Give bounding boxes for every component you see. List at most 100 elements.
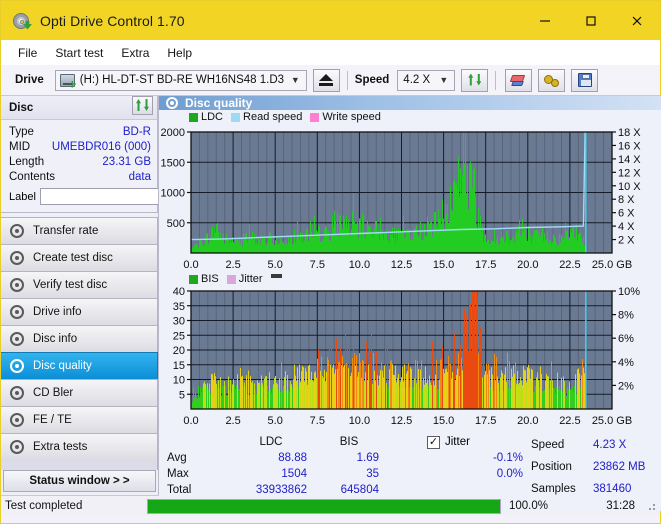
disc-length-value: 23.31 GB: [102, 156, 151, 168]
svg-text:2.5: 2.5: [225, 259, 240, 271]
disc-properties: Type BD-R MID UMEBDR016 (000) Length 23.…: [1, 120, 157, 212]
save-button[interactable]: [571, 69, 598, 92]
disc-row-contents: Contents data: [9, 169, 151, 184]
sidebar-item-label: Disc info: [33, 333, 77, 345]
svg-text:5.0: 5.0: [268, 259, 283, 271]
stats-header-ldc: LDC: [229, 434, 313, 450]
chart1-canvas: 5001000150020002 X4 X6 X8 X10 X12 X14 X1…: [159, 110, 660, 273]
sidebar-item-verify-test-disc[interactable]: Verify test disc: [1, 271, 158, 299]
legend-bis: BIS: [189, 273, 219, 285]
eject-icon: [319, 74, 333, 86]
svg-text:12 X: 12 X: [618, 167, 641, 179]
chart1-legend: LDC Read speed Write speed: [189, 111, 385, 123]
legend-label-bis: BIS: [201, 273, 219, 285]
disc-refresh-button[interactable]: [132, 96, 153, 115]
disc-test-icon: [10, 332, 24, 346]
disc-row-mid: MID UMEBDR016 (000): [9, 139, 151, 154]
svg-text:6%: 6%: [618, 333, 634, 345]
svg-text:15.0: 15.0: [433, 415, 454, 427]
svg-text:4%: 4%: [618, 357, 634, 369]
legend-label-write-speed: Write speed: [322, 111, 381, 123]
status-window-button[interactable]: Status window > >: [3, 470, 156, 492]
close-icon[interactable]: [614, 1, 660, 40]
sidebar-item-extra-tests[interactable]: Extra tests: [1, 433, 158, 461]
drive-select[interactable]: (H:) HL-DT-ST BD-RE WH16NS48 1.D3 ▼: [55, 70, 307, 91]
drive-toolbar: Drive (H:) HL-DT-ST BD-RE WH16NS48 1.D3 …: [1, 65, 660, 96]
svg-text:5.0: 5.0: [268, 415, 283, 427]
sidebar-item-transfer-rate[interactable]: Transfer rate: [1, 217, 158, 245]
svg-text:10 X: 10 X: [618, 181, 641, 193]
menu-bar: File Start test Extra Help: [1, 40, 660, 65]
disc-panel-header: Disc: [1, 96, 157, 120]
sidebar-item-drive-info[interactable]: Drive info: [1, 298, 158, 326]
svg-text:12.5: 12.5: [391, 259, 412, 271]
svg-text:15: 15: [173, 360, 185, 372]
sidebar-item-label: Extra tests: [33, 441, 87, 453]
stats-table: LDC BIS Avg 88.88 1.69 Max 1504 35 Total…: [167, 434, 427, 498]
sidebar-item-fe-te[interactable]: FE / TE: [1, 406, 158, 434]
erase-button[interactable]: [505, 69, 532, 92]
opti-drive-control-window: Opti Drive Control 1.70 File Start test …: [0, 0, 661, 524]
disc-test-icon: [10, 440, 24, 454]
svg-text:6 X: 6 X: [618, 208, 635, 220]
stats-total-bis: 645804: [313, 482, 385, 498]
sidebar-item-create-test-disc[interactable]: Create test disc: [1, 244, 158, 272]
jitter-label: Jitter: [445, 436, 470, 448]
jitter-checkbox[interactable]: ✓: [427, 436, 440, 449]
stats-row-max-label: Max: [167, 466, 229, 482]
svg-text:17.5: 17.5: [475, 259, 496, 271]
chevron-down-icon: ▼: [439, 75, 448, 85]
svg-text:1000: 1000: [161, 188, 185, 200]
sidebar-item-disc-quality[interactable]: Disc quality: [1, 352, 158, 380]
sidebar-item-disc-info[interactable]: Disc info: [1, 325, 158, 353]
sidebar-nav: Transfer rate Create test disc Verify te…: [1, 217, 158, 460]
svg-text:16 X: 16 X: [618, 140, 641, 152]
svg-text:10%: 10%: [618, 286, 640, 298]
disc-row-type: Type BD-R: [9, 124, 151, 139]
menu-extra[interactable]: Extra: [112, 43, 158, 63]
progress-fill: [148, 500, 500, 513]
floppy-save-icon: [578, 73, 592, 87]
speed-select[interactable]: 4.2 X ▼: [397, 70, 455, 91]
eject-button[interactable]: [313, 69, 340, 92]
resize-grip-icon[interactable]: [645, 500, 657, 512]
menu-help[interactable]: Help: [158, 43, 201, 63]
svg-text:20.0: 20.0: [517, 415, 538, 427]
svg-text:20.0: 20.0: [517, 259, 538, 271]
disc-info-panel: Disc Type BD-R MID UMEBDR016 (000): [1, 96, 158, 213]
jitter-avg-value: -0.1%: [427, 450, 531, 466]
app-disc-icon: [12, 11, 32, 31]
svg-text:18 X: 18 X: [618, 127, 641, 139]
refresh-button[interactable]: [461, 69, 488, 92]
refresh-icon: [468, 74, 481, 87]
svg-text:8%: 8%: [618, 310, 634, 322]
disc-contents-label: Contents: [9, 171, 55, 183]
minimize-icon[interactable]: [522, 1, 568, 40]
disc-test-icon: [10, 278, 24, 292]
window-controls: [522, 1, 660, 40]
menu-start-test[interactable]: Start test: [46, 43, 112, 63]
maximize-icon[interactable]: [568, 1, 614, 40]
elapsed-time: 31:28: [573, 500, 645, 512]
stats-max-bis: 35: [313, 466, 385, 482]
svg-text:500: 500: [167, 218, 185, 230]
settings-button[interactable]: [538, 69, 565, 92]
speed-stat-label: Speed: [531, 434, 593, 456]
legend-swatch-bis: [189, 275, 198, 284]
svg-text:10: 10: [173, 375, 185, 387]
stats-total-ldc: 33933862: [229, 482, 313, 498]
jitter-max-value: 0.0%: [427, 466, 531, 482]
speed-label: Speed: [355, 74, 390, 86]
disc-label-row: Label: [9, 187, 151, 206]
svg-text:7.5: 7.5: [310, 259, 325, 271]
svg-text:15.0: 15.0: [433, 259, 454, 271]
page-title: Disc quality: [185, 96, 252, 110]
sidebar-item-cd-bler[interactable]: CD Bler: [1, 379, 158, 407]
stats-corner: [167, 434, 229, 450]
disc-test-icon: [10, 413, 24, 427]
svg-text:17.5: 17.5: [475, 415, 496, 427]
toolbar-divider-2: [495, 71, 496, 90]
svg-text:2.5: 2.5: [225, 415, 240, 427]
jitter-header: ✓ Jitter: [427, 434, 531, 450]
menu-file[interactable]: File: [9, 43, 46, 63]
